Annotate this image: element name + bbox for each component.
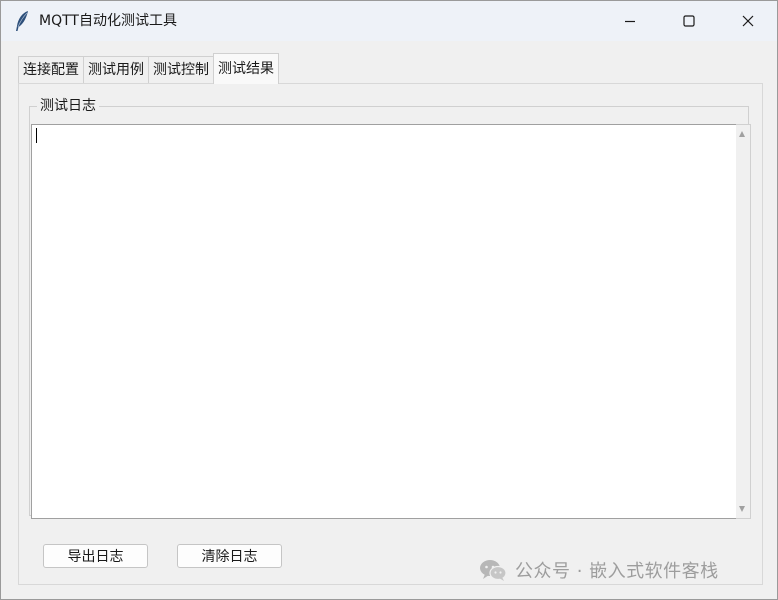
- scroll-down-arrow-icon[interactable]: [739, 506, 745, 512]
- log-text-area[interactable]: [31, 124, 736, 519]
- feather-icon: [16, 11, 28, 31]
- log-group-label: 测试日志: [37, 98, 99, 114]
- clear-log-button[interactable]: 清除日志: [177, 544, 282, 568]
- tab-test-results[interactable]: 测试结果: [213, 53, 279, 84]
- tab-test-control[interactable]: 测试控制: [148, 56, 214, 84]
- app-window: MQTT自动化测试工具 连接配置 测试用例 测试控制 测试结果 测试日志 导出日…: [0, 0, 778, 600]
- tab-test-cases[interactable]: 测试用例: [83, 56, 149, 84]
- main-content: 连接配置 测试用例 测试控制 测试结果 测试日志 导出日志 清除日志 公众号 ·…: [1, 41, 777, 599]
- scroll-up-arrow-icon[interactable]: [739, 131, 745, 137]
- minimize-button[interactable]: [601, 1, 659, 41]
- maximize-button[interactable]: [660, 1, 718, 41]
- log-scrollbar[interactable]: [736, 124, 751, 519]
- minimize-icon: [625, 20, 635, 23]
- tab-connection-config[interactable]: 连接配置: [18, 56, 84, 84]
- wechat-icon: [480, 560, 507, 581]
- window-title: MQTT自动化测试工具: [39, 13, 177, 29]
- title-bar[interactable]: MQTT自动化测试工具: [1, 1, 777, 41]
- tab-panel-test-results: 测试日志: [18, 83, 763, 585]
- maximize-icon: [683, 15, 695, 27]
- close-button[interactable]: [719, 1, 777, 41]
- close-icon: [742, 15, 754, 27]
- watermark-text: 公众号 · 嵌入式软件客栈: [515, 561, 719, 582]
- watermark: 公众号 · 嵌入式软件客栈: [479, 554, 719, 586]
- export-log-button[interactable]: 导出日志: [43, 544, 148, 568]
- text-caret: [36, 128, 37, 143]
- notebook-tabs: 连接配置 测试用例 测试控制 测试结果: [18, 53, 279, 84]
